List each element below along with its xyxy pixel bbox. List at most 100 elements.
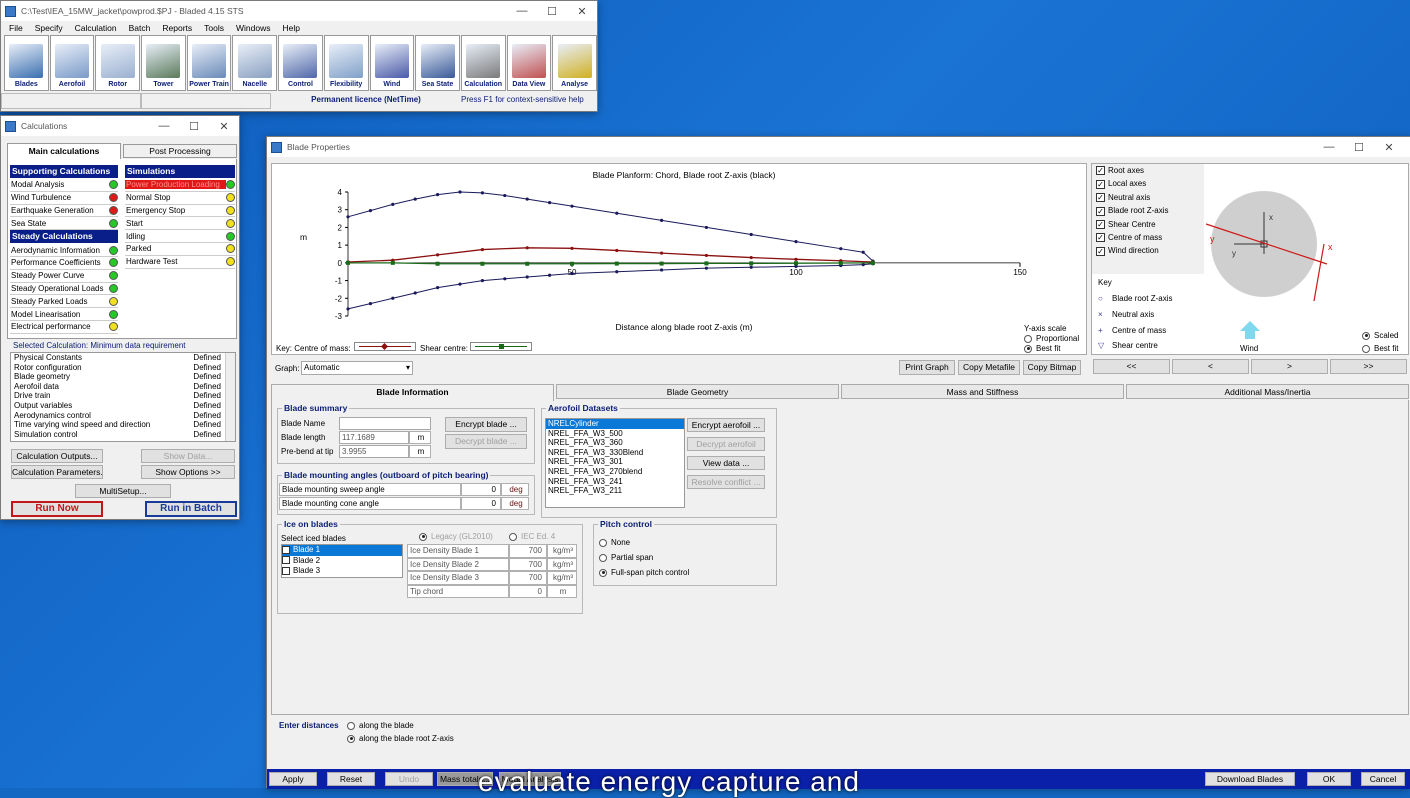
calc-item[interactable]: Start <box>125 217 235 231</box>
tab-additional-mass-inertia[interactable]: Additional Mass/Inertia <box>1126 384 1409 399</box>
scale-bestfit[interactable]: Best fit <box>1362 344 1398 353</box>
menu-reports[interactable]: Reports <box>162 21 192 35</box>
aerofoil-item[interactable]: NREL_FFA_W3_211 <box>546 486 684 496</box>
mounting-value[interactable]: 0 <box>461 497 501 510</box>
minimize-icon[interactable]: — <box>149 120 179 133</box>
menu-specify[interactable]: Specify <box>35 21 63 35</box>
close-icon[interactable]: ✕ <box>567 5 597 18</box>
yscale-bestfit[interactable]: Best fit <box>1024 344 1060 353</box>
iced-blade-item[interactable]: Blade 2 <box>282 556 402 567</box>
run-now-button[interactable]: Run Now <box>11 501 103 517</box>
ok-button[interactable]: OK <box>1307 772 1351 786</box>
axis-check-shear-centre[interactable]: ✓ Shear Centre <box>1092 218 1204 231</box>
close-icon[interactable]: ✕ <box>1374 141 1404 154</box>
iced-blade-item[interactable]: Blade 3 <box>282 566 402 577</box>
calc-item[interactable]: Performance Coefficients <box>10 257 118 270</box>
toolbar-rotor-button[interactable]: Rotor <box>95 35 141 91</box>
toolbar-analyse-button[interactable]: Analyse <box>552 35 597 91</box>
toolbar-blades-button[interactable]: Blades <box>4 35 49 91</box>
pitch-option[interactable]: Full-span pitch control <box>599 565 689 580</box>
maximize-icon[interactable]: ☐ <box>537 5 567 18</box>
toolbar-nacelle-button[interactable]: Nacelle <box>232 35 278 91</box>
aerofoil-item[interactable]: NRELCylinder <box>546 419 684 429</box>
axis-check-local-axes[interactable]: ✓ Local axes <box>1092 177 1204 190</box>
calc-item[interactable]: Steady Parked Loads <box>10 295 118 309</box>
encrypt-blade-button[interactable]: Encrypt blade ... <box>445 417 527 432</box>
calc-item[interactable]: Steady Operational Loads <box>10 283 118 296</box>
run-in-batch-button[interactable]: Run in Batch <box>145 501 237 517</box>
toolbar-aerofoil-button[interactable]: Aerofoil <box>49 35 95 91</box>
requirements-scrollbar[interactable] <box>225 353 235 441</box>
ice-value[interactable]: 700 <box>509 557 547 571</box>
menu-windows[interactable]: Windows <box>236 21 270 35</box>
maximize-icon[interactable]: ☐ <box>1344 141 1374 154</box>
calc-item[interactable]: Parked <box>125 243 235 256</box>
aerofoil-item[interactable]: NREL_FFA_W3_330Blend <box>546 448 684 458</box>
yscale-proportional[interactable]: Proportional <box>1024 334 1079 343</box>
bottom-apply-button[interactable]: Apply <box>269 772 317 786</box>
copy-bitmap-button[interactable]: Copy Bitmap <box>1023 360 1081 375</box>
graph-select[interactable]: Automatic ▾ <box>301 361 413 375</box>
aerofoil-button[interactable]: Encrypt aerofoil ... <box>687 418 765 432</box>
calc-tab-post[interactable]: Post Processing <box>123 144 237 158</box>
calc-item[interactable]: Hardware Test <box>125 256 235 269</box>
ice-std-iec[interactable]: IEC Ed. 4 <box>509 532 555 541</box>
menu-file[interactable]: File <box>9 21 23 35</box>
aerofoil-item[interactable]: NREL_FFA_W3_241 <box>546 477 684 487</box>
aerofoil-item[interactable]: NREL_FFA_W3_301 <box>546 457 684 467</box>
multisetup-button[interactable]: MultiSetup... <box>75 484 171 498</box>
copy-metafile-button[interactable]: Copy Metafile <box>958 360 1020 375</box>
toolbar-control-button[interactable]: Control <box>278 35 323 91</box>
calc-params-button[interactable]: Calculation Parameters... <box>11 465 103 479</box>
axis-check-root-axes[interactable]: ✓ Root axes <box>1092 164 1204 177</box>
aerofoil-button[interactable]: Decrypt aerofoil <box>687 437 765 451</box>
aerofoil-item[interactable]: NREL_FFA_W3_270blend <box>546 467 684 477</box>
show-options-button[interactable]: Show Options >> <box>141 465 235 479</box>
axis-check-blade-root-z-axis[interactable]: ✓ Blade root Z-axis <box>1092 204 1204 217</box>
tab-blade-information[interactable]: Blade Information <box>271 384 554 401</box>
calc-item[interactable]: Emergency Stop <box>125 205 235 218</box>
toolbar-data-view-button[interactable]: Data View <box>506 35 552 91</box>
aerofoil-item[interactable]: NREL_FFA_W3_360 <box>546 438 684 448</box>
aerofoil-item[interactable]: NREL_FFA_W3_500 <box>546 429 684 439</box>
bottom-reset-button[interactable]: Reset <box>327 772 375 786</box>
calc-item[interactable]: Earthquake Generation <box>10 205 118 218</box>
calc-item[interactable]: Steady Power Curve <box>10 270 118 283</box>
calc-outputs-button[interactable]: Calculation Outputs... <box>11 449 103 463</box>
pitch-option[interactable]: Partial span <box>599 550 689 565</box>
scale-scaled[interactable]: Scaled <box>1362 331 1398 340</box>
axis-check-centre-of-mass[interactable]: ✓ Centre of mass <box>1092 231 1204 244</box>
mounting-value[interactable]: 0 <box>461 483 501 496</box>
print-graph-button[interactable]: Print Graph <box>899 360 955 375</box>
ice-value[interactable]: 0 <box>509 584 547 598</box>
show-data-button[interactable]: Show Data... <box>141 449 235 463</box>
calc-item[interactable]: Normal Stop <box>125 192 235 205</box>
nav-button[interactable]: << <box>1093 359 1170 374</box>
ice-value[interactable]: 700 <box>509 544 547 558</box>
minimize-icon[interactable]: — <box>1314 141 1344 154</box>
calc-item[interactable]: Modal Analysis <box>10 179 118 192</box>
menu-tools[interactable]: Tools <box>204 21 224 35</box>
nav-button[interactable]: >> <box>1330 359 1407 374</box>
menu-help[interactable]: Help <box>282 21 299 35</box>
calc-item[interactable]: Sea State <box>10 217 118 231</box>
prebend-field[interactable]: 3.9955 <box>339 445 409 458</box>
calc-item[interactable]: Idling <box>125 230 235 243</box>
maximize-icon[interactable]: ☐ <box>179 120 209 133</box>
menu-calculation[interactable]: Calculation <box>75 21 117 35</box>
axis-check-wind-direction[interactable]: ✓ Wind direction <box>1092 244 1204 257</box>
download-blades-button[interactable]: Download Blades <box>1205 772 1295 786</box>
blade-name-field[interactable] <box>339 417 431 430</box>
minimize-icon[interactable]: — <box>507 5 537 18</box>
enter-along-blade[interactable]: along the blade <box>347 721 414 730</box>
calc-item[interactable]: Wind Turbulence <box>10 192 118 205</box>
nav-button[interactable]: > <box>1251 359 1328 374</box>
tab-blade-geometry[interactable]: Blade Geometry <box>556 384 839 399</box>
nav-button[interactable]: < <box>1172 359 1249 374</box>
calc-item[interactable]: Power Production Loading <box>125 179 235 192</box>
menu-batch[interactable]: Batch <box>129 21 151 35</box>
bottom-undo-button[interactable]: Undo <box>385 772 433 786</box>
tab-mass-and-stiffness[interactable]: Mass and Stiffness <box>841 384 1124 399</box>
iced-blade-item[interactable]: Blade 1 <box>282 545 402 556</box>
close-icon[interactable]: ✕ <box>209 120 239 133</box>
